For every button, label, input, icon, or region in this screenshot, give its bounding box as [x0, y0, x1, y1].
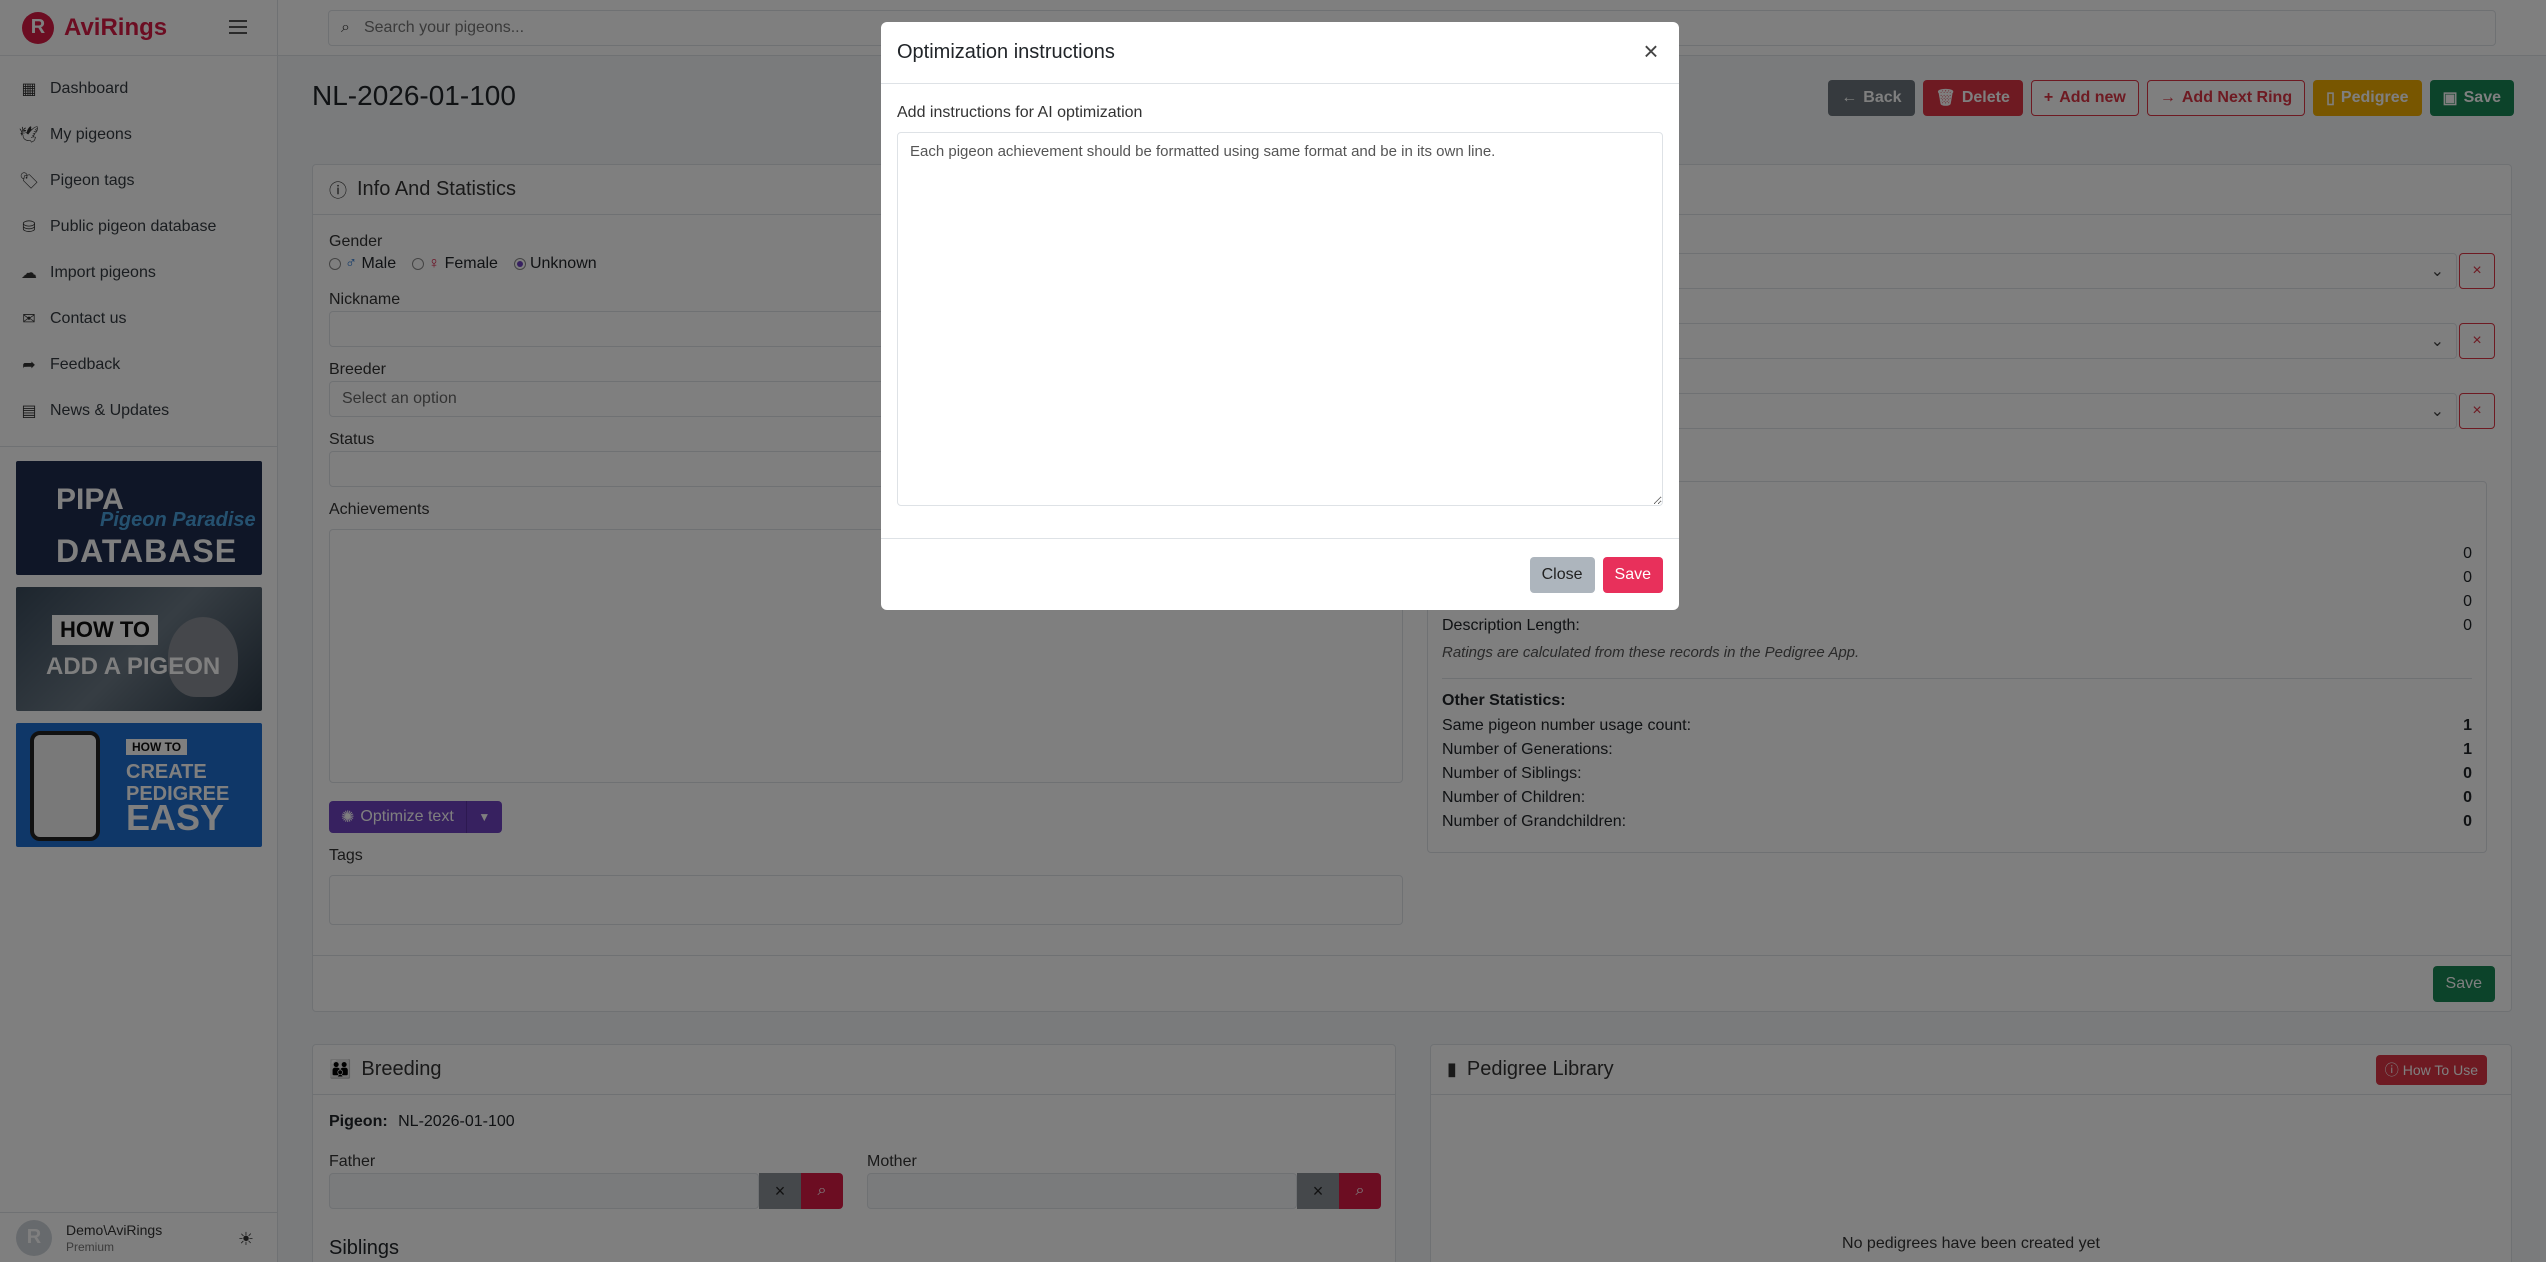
modal-header: Optimization instructions ×: [881, 22, 1679, 84]
modal-title: Optimization instructions: [897, 41, 1115, 63]
modal-body: Add instructions for AI optimization Eac…: [881, 84, 1679, 511]
close-icon[interactable]: ×: [1639, 38, 1663, 64]
modal-save-button[interactable]: Save: [1602, 556, 1663, 593]
optimization-instructions-modal: Optimization instructions × Add instruct…: [881, 22, 1679, 610]
modal-close-button[interactable]: Close: [1529, 556, 1595, 593]
modal-footer: Close Save: [881, 538, 1679, 610]
instructions-label: Add instructions for AI optimization: [897, 104, 1143, 121]
instructions-textarea[interactable]: Each pigeon achievement should be format…: [897, 132, 1663, 506]
